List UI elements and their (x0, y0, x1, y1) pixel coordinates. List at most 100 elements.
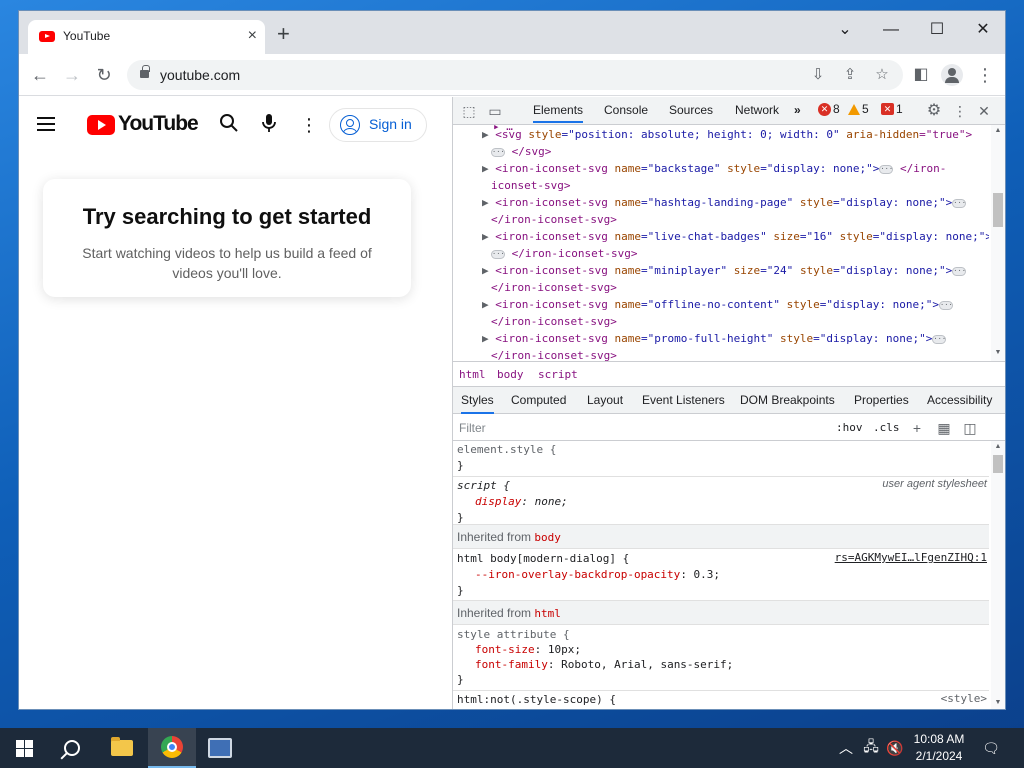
property-name[interactable]: display (475, 495, 521, 508)
close-window-button[interactable]: ✕ (960, 15, 1005, 45)
chrome-taskbar-button[interactable] (148, 728, 196, 768)
tab-sources[interactable]: Sources (669, 103, 713, 117)
dom-node-svg[interactable]: ▶ <svg style="position: absolute; height… (482, 126, 972, 143)
inherited-tag[interactable]: body (534, 531, 561, 544)
back-arrow-icon[interactable]: ← (28, 63, 52, 87)
rule-close: } (457, 511, 464, 524)
property-value[interactable]: : 0.3; (680, 568, 720, 581)
microphone-icon[interactable] (257, 113, 281, 137)
error-count-badge[interactable]: ✕ 8 (818, 102, 840, 116)
property-name[interactable]: font-size (475, 643, 535, 656)
profile-avatar[interactable] (941, 64, 963, 86)
inspect-element-icon[interactable]: ⬚ (459, 101, 479, 121)
tab-accessibility[interactable]: Accessibility (927, 393, 992, 407)
dom-node-iconset-hashtag[interactable]: ▶ <iron-iconset-svg name="hashtag-landin… (482, 194, 967, 211)
close-devtools-icon[interactable]: ✕ (974, 101, 994, 121)
file-explorer-button[interactable] (98, 728, 146, 768)
volume-muted-icon[interactable]: 🔇 (884, 728, 906, 768)
breadcrumb-html[interactable]: html (459, 368, 486, 381)
clock-date: 2/1/2024 (915, 749, 963, 763)
lock-icon[interactable] (140, 65, 150, 78)
tab-properties[interactable]: Properties (854, 393, 909, 407)
taskbar-search-button[interactable] (48, 728, 96, 768)
new-style-rule-icon[interactable]: + (908, 418, 926, 438)
youtube-logo-text[interactable]: YouTube (118, 112, 199, 136)
dom-node-iconset-offline[interactable]: ▶ <iron-iconset-svg name="offline-no-con… (482, 296, 954, 313)
tab-event-listeners[interactable]: Event Listeners (642, 393, 725, 407)
tab-close-icon[interactable]: × (248, 26, 257, 46)
sign-in-button[interactable]: Sign in (329, 108, 427, 142)
tab-youtube[interactable]: YouTube × (28, 20, 265, 54)
property-value[interactable]: : 10px; (535, 643, 581, 656)
minimize-button[interactable]: — (868, 15, 914, 45)
rule-modern-dialog[interactable]: html body[modern-dialog] { rs=AGKMywEI…l… (453, 549, 989, 601)
side-panel-icon[interactable]: ◧ (909, 63, 933, 87)
breadcrumb-body[interactable]: body (497, 368, 524, 381)
chrome-menu-icon[interactable]: ⋮ (973, 63, 997, 87)
bookmark-star-icon[interactable]: ☆ (871, 64, 893, 86)
breadcrumb: html body script (453, 361, 1005, 387)
rule-style-attribute[interactable]: style attribute { font-size: 10px; font-… (453, 625, 989, 691)
rule-source-link[interactable]: rs=AGKMywEI…lFgenZIHQ:1 (835, 551, 987, 564)
property-value[interactable]: : Roboto, Arial, sans-serif; (548, 658, 733, 671)
new-tab-button[interactable]: + (277, 23, 290, 45)
dom-node-iconset-miniplayer[interactable]: ▶ <iron-iconset-svg name="miniplayer" si… (482, 262, 967, 279)
device-toolbar-icon[interactable]: ▭ (485, 101, 505, 121)
show-hidden-icons-chevron-icon[interactable]: ︿ (836, 728, 856, 768)
computed-sidebar-icon[interactable]: ◫ (961, 418, 979, 438)
reload-icon[interactable]: ↻ (92, 63, 116, 87)
dom-node-iconset-miniplayer-close: </iron-iconset-svg> (491, 281, 617, 294)
issues-count-badge[interactable]: ✕ 1 (881, 102, 903, 116)
styles-filter-input[interactable]: Filter (457, 418, 825, 438)
settings-gear-icon[interactable]: ⚙ (924, 101, 944, 121)
youtube-favicon-icon (39, 31, 55, 42)
tab-layout[interactable]: Layout (587, 393, 623, 407)
notifications-icon[interactable]: 🗨 (978, 728, 1004, 768)
card-text: Start watching videos to help us build a… (82, 245, 372, 281)
tab-elements[interactable]: Elements (533, 103, 584, 123)
start-button[interactable] (0, 728, 48, 768)
rule-element-style[interactable]: element.style { } (453, 441, 989, 477)
hov-toggle[interactable]: :hov (836, 421, 863, 434)
paint-roller-icon[interactable]: ▦ (935, 418, 953, 438)
dom-node-iconset-backstage[interactable]: ▶ <iron-iconset-svg name="backstage" sty… (482, 160, 946, 177)
more-tabs-chevron-icon[interactable]: » (794, 103, 801, 117)
system-clock[interactable]: 10:08 AM 2/1/2024 (906, 731, 972, 765)
devtools-menu-icon[interactable]: ⋮ (950, 101, 970, 121)
tab-console[interactable]: Console (604, 103, 648, 117)
tab-network[interactable]: Network (735, 103, 779, 117)
tab-computed[interactable]: Computed (511, 393, 566, 407)
ellipsis-icon: ··· (491, 147, 505, 157)
forward-arrow-icon[interactable]: → (60, 63, 84, 87)
youtube-logo-icon[interactable] (87, 115, 115, 135)
scroll-down-arrow-icon: ▼ (994, 699, 1002, 706)
cls-toggle[interactable]: .cls (873, 421, 900, 434)
property-name[interactable]: font-family (475, 658, 548, 671)
rule-script[interactable]: script { user agent stylesheet display: … (453, 477, 989, 525)
property-name[interactable]: --iron-overlay-backdrop-opacity (475, 568, 680, 581)
menu-icon[interactable] (37, 117, 55, 131)
dom-node-svg-close[interactable]: ··· </svg> (491, 143, 551, 160)
dom-node-iconset-promo[interactable]: ▶ <iron-iconset-svg name="promo-full-hei… (482, 330, 947, 347)
inherited-tag[interactable]: html (534, 607, 561, 620)
dom-node-iconset-live-chat[interactable]: ▶ <iron-iconset-svg name="live-chat-badg… (482, 228, 989, 245)
search-icon[interactable] (217, 113, 241, 137)
rule-html-not-style-scope[interactable]: html:not(.style-scope) { <style> (453, 691, 989, 709)
property-value[interactable]: : none; (521, 495, 567, 508)
rule-source[interactable]: <style> (941, 692, 987, 705)
warning-count-badge[interactable]: 5 (848, 102, 869, 116)
breadcrumb-script[interactable]: script (538, 368, 578, 381)
network-app-button[interactable] (196, 728, 244, 768)
tab-dom-breakpoints[interactable]: DOM Breakpoints (740, 393, 835, 407)
install-app-icon[interactable]: ⇩ (807, 64, 829, 86)
tab-styles[interactable]: Styles (461, 393, 494, 414)
url-text[interactable]: youtube.com (160, 67, 240, 83)
address-bar[interactable]: youtube.com ⇩ ⇪ ☆ (127, 60, 903, 90)
share-icon[interactable]: ⇪ (839, 64, 861, 86)
maximize-button[interactable]: ☐ (914, 15, 960, 45)
network-icon[interactable]: 🖧 (860, 728, 882, 768)
tab-search-chevron-icon[interactable]: ⌄ (822, 15, 868, 45)
styles-scrollbar[interactable]: ▲ ▼ (991, 441, 1005, 709)
dom-scrollbar[interactable]: ▲ ▼ (991, 125, 1005, 361)
more-options-icon[interactable]: ⋮ (297, 113, 321, 137)
